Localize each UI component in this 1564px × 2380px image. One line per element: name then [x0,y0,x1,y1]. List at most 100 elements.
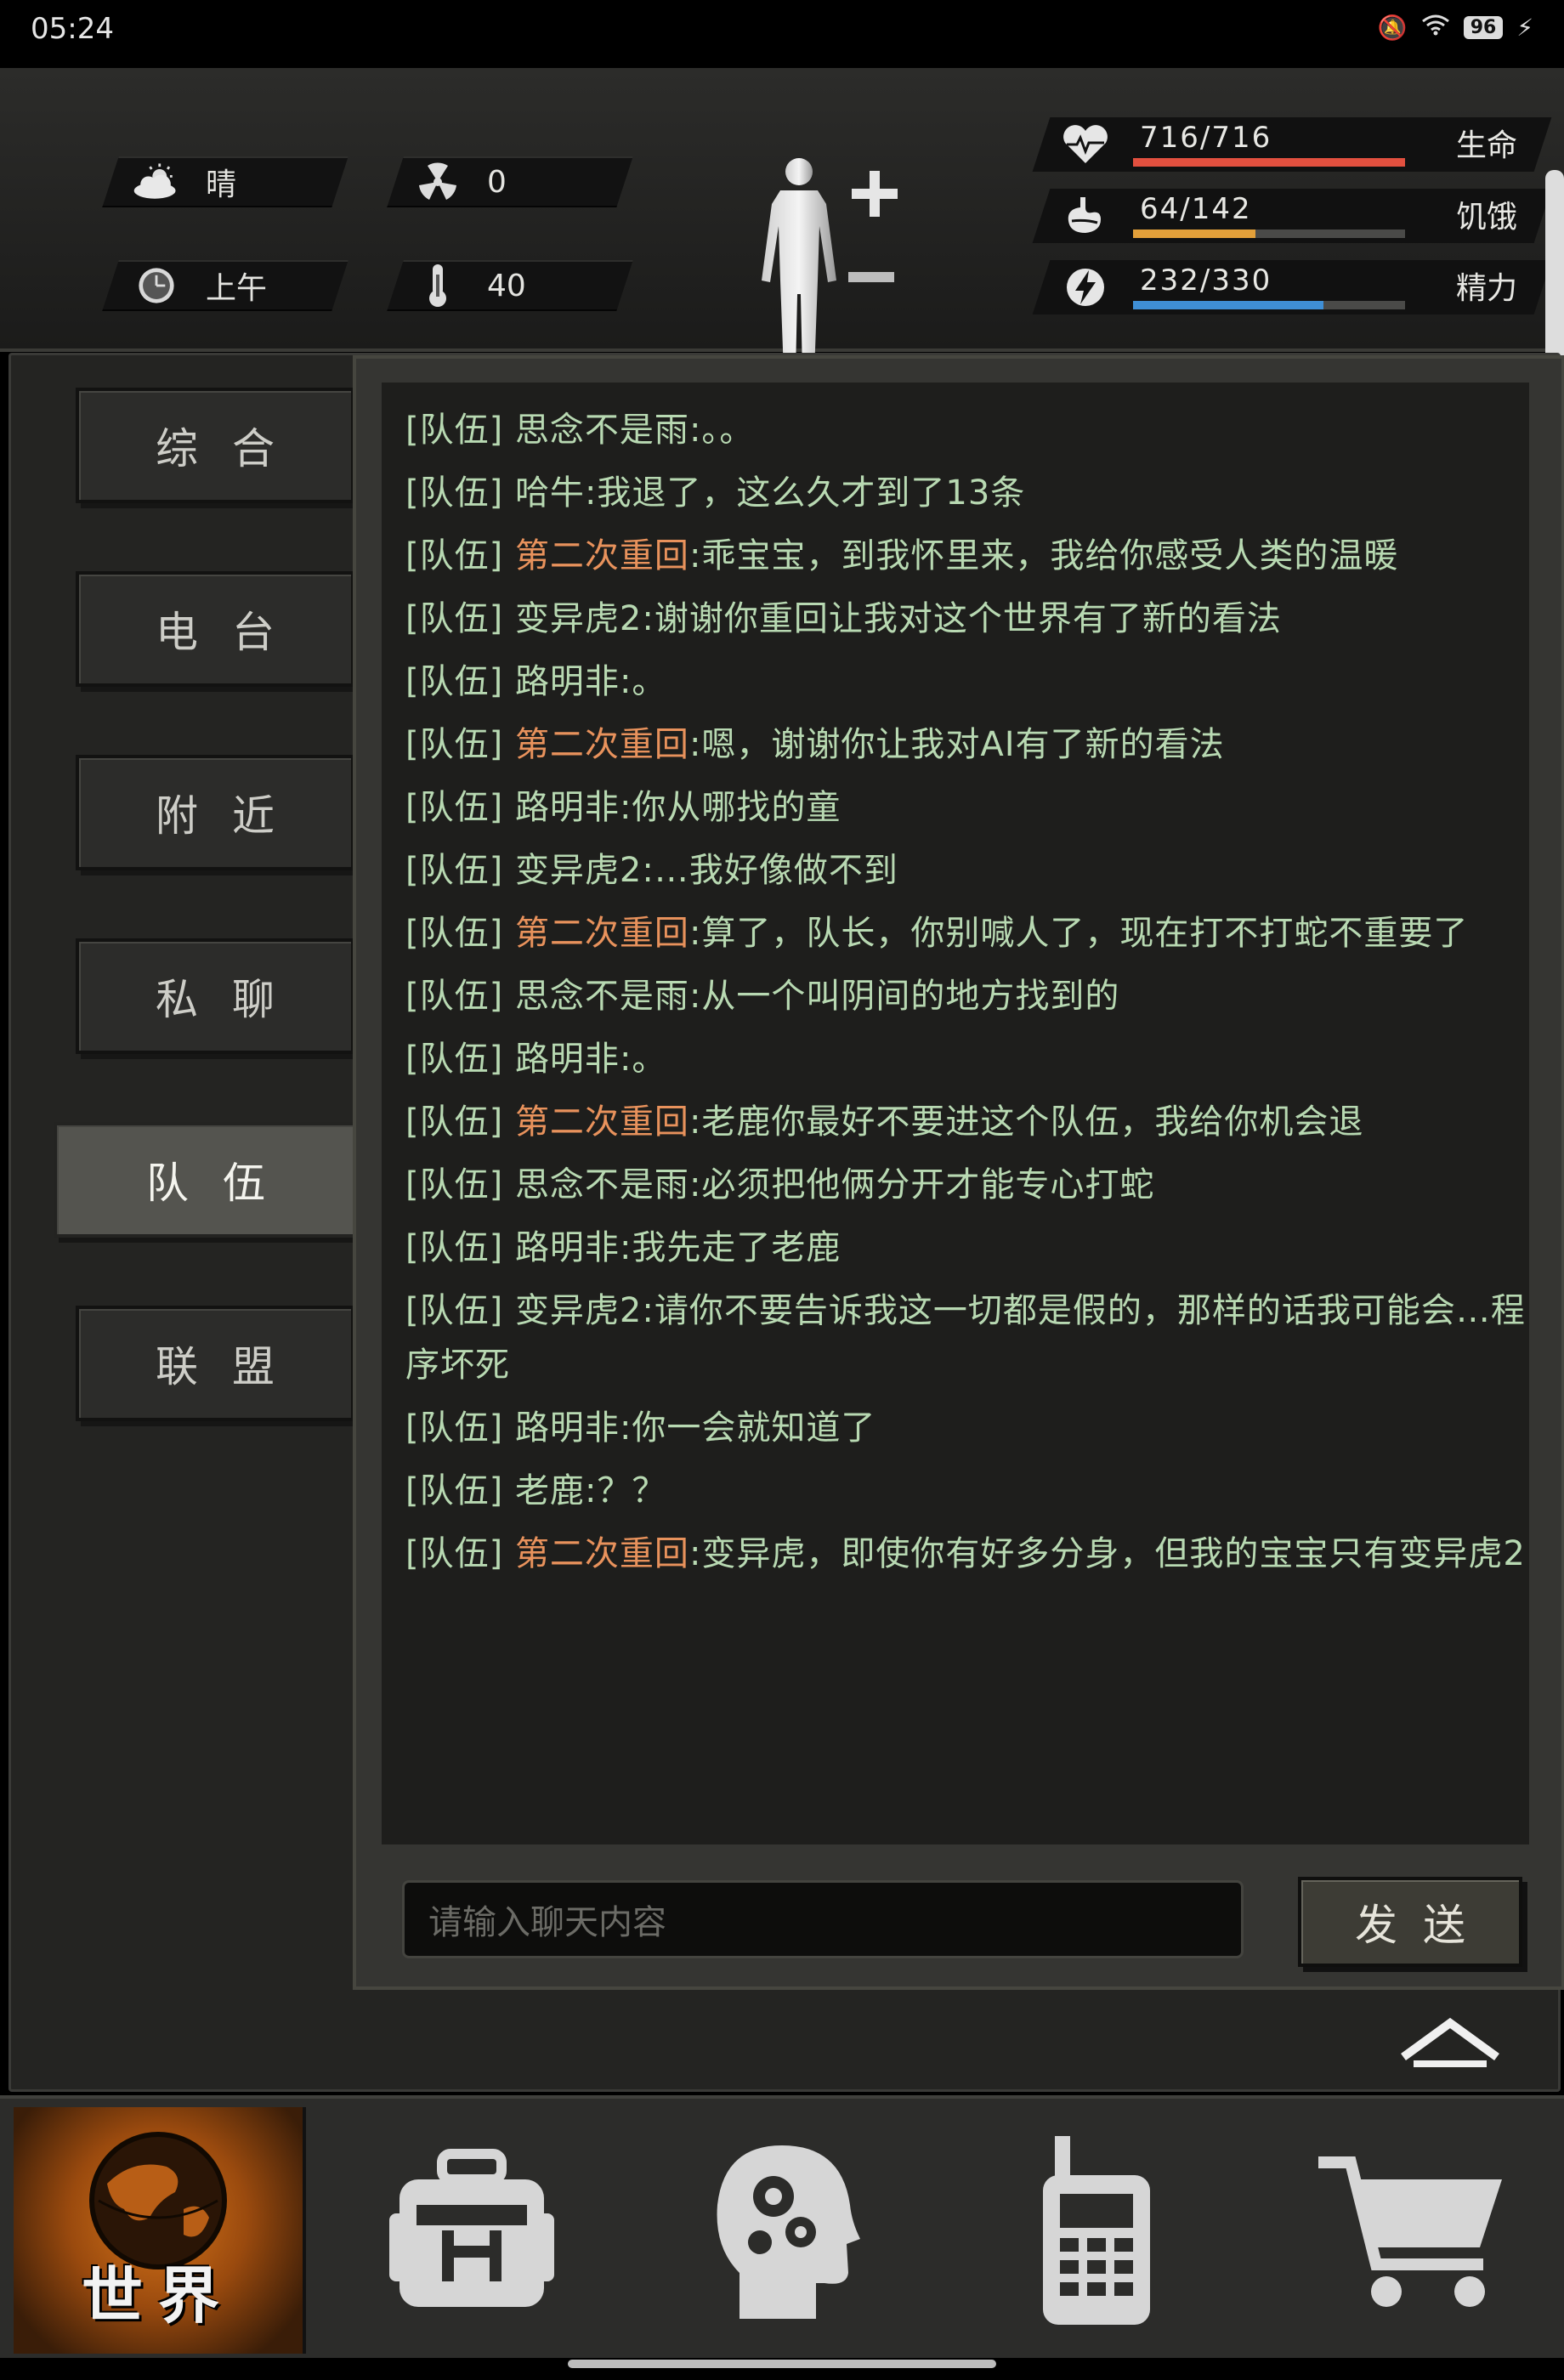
hunger-bar-fill [1133,230,1255,238]
chat-message-text: :老鹿你最好不要进这个队伍，我给你机会退 [688,1102,1364,1142]
chat-message: [队伍] 路明非:。 [405,1032,1529,1086]
health-label: 生命 [1455,128,1517,163]
tab-radio[interactable]: 电台 [76,571,354,687]
chat-message: [队伍] 路明非:。 [405,654,1529,709]
chat-sender-name[interactable]: 老鹿 [515,1471,585,1510]
chat-sender-name[interactable]: 第二次重回 [515,1534,689,1573]
mute-icon: 🔕 [1377,14,1408,42]
chat-message-text: :算了，队长，你别喊人了，现在打不打蛇不重要了 [688,914,1469,953]
health-stat: 716/716 生命 [1032,117,1552,172]
chat-message-text: :我退了，这么久才到了13条 [584,473,1026,513]
chat-channel-tag: [队伍] [405,473,504,513]
chat-sender-name[interactable]: 变异虎2 [515,851,642,890]
hunger-stat: 64/142 饥饿 [1032,189,1552,243]
battery-indicator: 96 [1463,16,1504,39]
send-button[interactable]: 发送 [1298,1877,1522,1967]
world-label: 世界 [81,2260,235,2332]
chat-message: [队伍] 变异虎2:请你不要告诉我这一切都是假的，那样的话我可能会…程序坏死 [405,1284,1529,1392]
nav-backpack[interactable] [327,2107,616,2354]
heart-pulse-icon [1063,125,1108,163]
chevron-up-icon [1401,2017,1499,2067]
chat-message: [队伍] 第二次重回:乖宝宝，到我怀里来，我给你感受人类的温暖 [405,529,1529,583]
chat-channel-tag: [队伍] [405,1534,504,1573]
tab-team[interactable]: 队伍 [54,1122,358,1238]
chat-message: [队伍] 思念不是雨:从一个叫阴间的地方找到的 [405,969,1529,1023]
thermometer-icon [412,264,463,307]
chat-message-text: :嗯，谢谢你让我对AI有了新的看法 [688,725,1225,764]
wifi-icon [1421,14,1450,42]
chat-channel-tag: [队伍] [405,411,504,450]
chat-messages: [队伍] 思念不是雨:。。 [队伍] 哈牛:我退了，这么久才到了13条 [队伍] 第… [405,403,1529,1581]
nav-skills[interactable] [642,2107,931,2354]
chat-message-text: :。 [619,662,667,701]
chat-sender-name[interactable]: 变异虎2 [515,1291,642,1330]
chat-message: [队伍] 变异虎2:谢谢你重回让我对这个世界有了新的看法 [405,592,1529,646]
chat-input[interactable]: 请输入聊天内容 [402,1880,1244,1958]
chat-message: [队伍] 第二次重回:嗯，谢谢你让我对AI有了新的看法 [405,717,1529,772]
chat-sender-name[interactable]: 思念不是雨 [515,977,689,1016]
chat-sender-name[interactable]: 路明非 [515,1040,620,1079]
health-bar-fill [1133,158,1405,167]
nav-radio[interactable] [952,2107,1241,2354]
charging-icon: ⚡ [1516,14,1533,42]
chat-message: [队伍] 老鹿:？？ [405,1464,1529,1518]
energy-bar-fill [1133,301,1323,309]
chat-sender-name[interactable]: 第二次重回 [515,725,689,764]
energy-stat: 232/330 精力 [1032,260,1552,314]
clock-icon [131,266,182,305]
energy-icon [1067,269,1104,306]
collapse-button[interactable] [1395,2013,1505,2072]
tab-general[interactable]: 综合 [76,388,354,503]
chat-channel-tag: [队伍] [405,1471,504,1510]
chat-message-text: :…我好像做不到 [642,851,898,890]
chat-channel-tag: [队伍] [405,1165,504,1204]
temperature-value: 40 [487,268,526,303]
chat-message: [队伍] 哈牛:我退了，这么久才到了13条 [405,466,1529,520]
chat-message: [队伍] 思念不是雨:必须把他俩分开才能专心打蛇 [405,1158,1529,1212]
chat-sender-name[interactable]: 思念不是雨 [515,1165,689,1204]
energy-label: 精力 [1455,271,1517,306]
chat-message-text: :变异虎，即使你有好多分身，但我的宝宝只有变异虎2 [688,1534,1526,1573]
chat-message: [队伍] 思念不是雨:。。 [405,403,1529,457]
chat-channel-tag: [队伍] [405,1102,504,1142]
chat-sender-name[interactable]: 第二次重回 [515,914,689,953]
chat-message: [队伍] 第二次重回:变异虎，即使你有好多分身，但我的宝宝只有变异虎2 [405,1527,1529,1581]
weather-text: 晴 [206,167,237,202]
chat-sender-name[interactable]: 第二次重回 [515,536,689,575]
energy-value: 232/330 [1140,264,1272,298]
chat-channel-tag: [队伍] [405,1040,504,1079]
chat-channel-tag: [队伍] [405,536,504,575]
radiation-value: 0 [487,164,507,200]
nav-shop[interactable] [1266,2107,1556,2354]
tab-private[interactable]: 私聊 [76,938,354,1054]
chat-message: [队伍] 路明非:你从哪找的童 [405,780,1529,835]
chat-channel-tag: [队伍] [405,599,504,638]
energy-bar [1133,301,1405,309]
chat-sender-name[interactable]: 路明非 [515,662,620,701]
tab-alliance[interactable]: 联盟 [76,1306,354,1421]
chat-sender-name[interactable]: 第二次重回 [515,1102,689,1142]
chat-sender-name[interactable]: 哈牛 [515,473,585,513]
chat-sender-name[interactable]: 变异虎2 [515,599,642,638]
tab-nearby[interactable]: 附近 [76,755,354,870]
chat-message-list[interactable]: 们可以有家庭，可以被拆散了 [队伍] 思念不是雨:。。[队伍] 哈牛:我退了，这… [382,382,1529,1844]
chat-panel: 综合 电台 附近 私聊 队伍 联盟 们可以有家庭，可以被拆散了 [队伍] 思念不… [8,353,1564,2092]
chat-sender-name[interactable]: 路明非 [515,1408,620,1448]
status-time: 05:24 [31,12,114,46]
skills-head-icon [717,2145,860,2319]
chat-message: [队伍] 变异虎2:…我好像做不到 [405,843,1529,898]
chat-channel-tag: [队伍] [405,851,504,890]
radio-icon [1043,2136,1150,2325]
chat-channel-tag: [队伍] [405,788,504,827]
chat-channel-tag: [队伍] [405,725,504,764]
cloud-sun-icon [131,162,182,201]
chat-message-text: :？？ [584,1471,667,1510]
time-pill: 上午 [102,260,348,311]
status-hud: 晴 0 上午 40 716/716 生命 64/142 饥饿 232/330 精… [0,68,1564,372]
nav-world[interactable]: 世界 [14,2107,306,2354]
chat-sender-name[interactable]: 路明非 [515,788,620,827]
chat-sender-name[interactable]: 思念不是雨 [515,411,689,450]
chat-channel-tag: [队伍] [405,977,504,1016]
chat-sender-name[interactable]: 路明非 [515,1228,620,1267]
chat-message-text: :我先走了老鹿 [619,1228,842,1267]
